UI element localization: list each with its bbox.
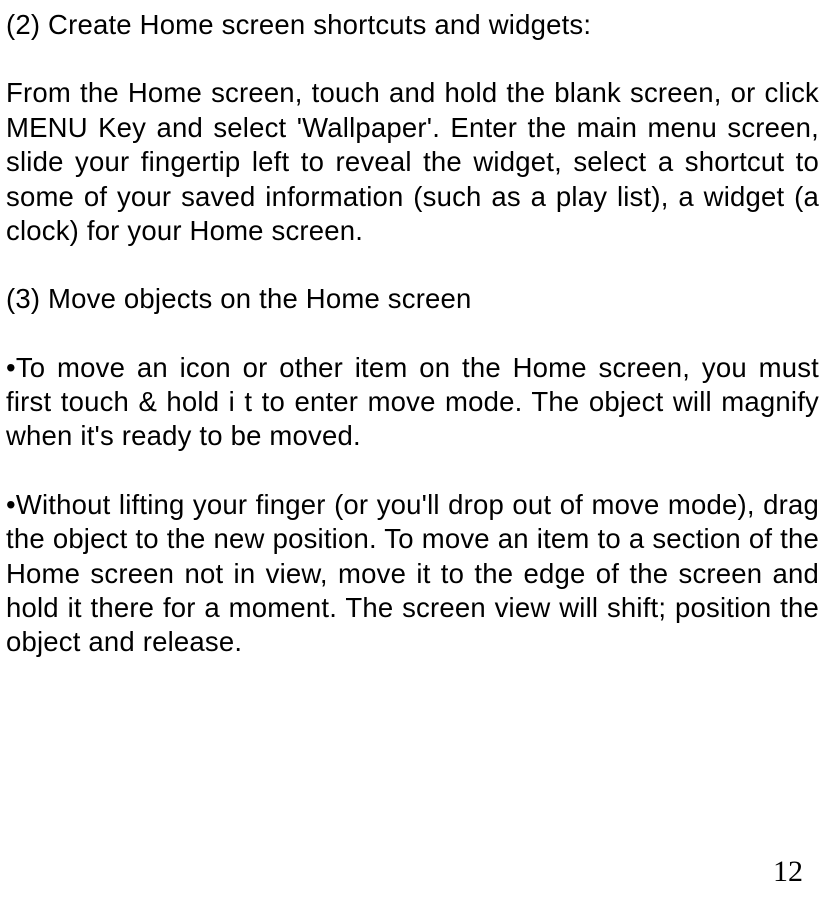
paragraph-bullet-1: •To move an icon or other item on the Ho… xyxy=(6,351,819,454)
document-content: (2) Create Home screen shortcuts and wid… xyxy=(6,8,819,660)
paragraph-heading-2: (2) Create Home screen shortcuts and wid… xyxy=(6,8,819,42)
page-number: 12 xyxy=(773,855,803,889)
document-page: (2) Create Home screen shortcuts and wid… xyxy=(0,0,825,901)
paragraph-heading-3: (3) Move objects on the Home screen xyxy=(6,282,819,316)
paragraph-bullet-2: •Without lifting your finger (or you'll … xyxy=(6,488,819,660)
paragraph-body-2: From the Home screen, touch and hold the… xyxy=(6,76,819,248)
